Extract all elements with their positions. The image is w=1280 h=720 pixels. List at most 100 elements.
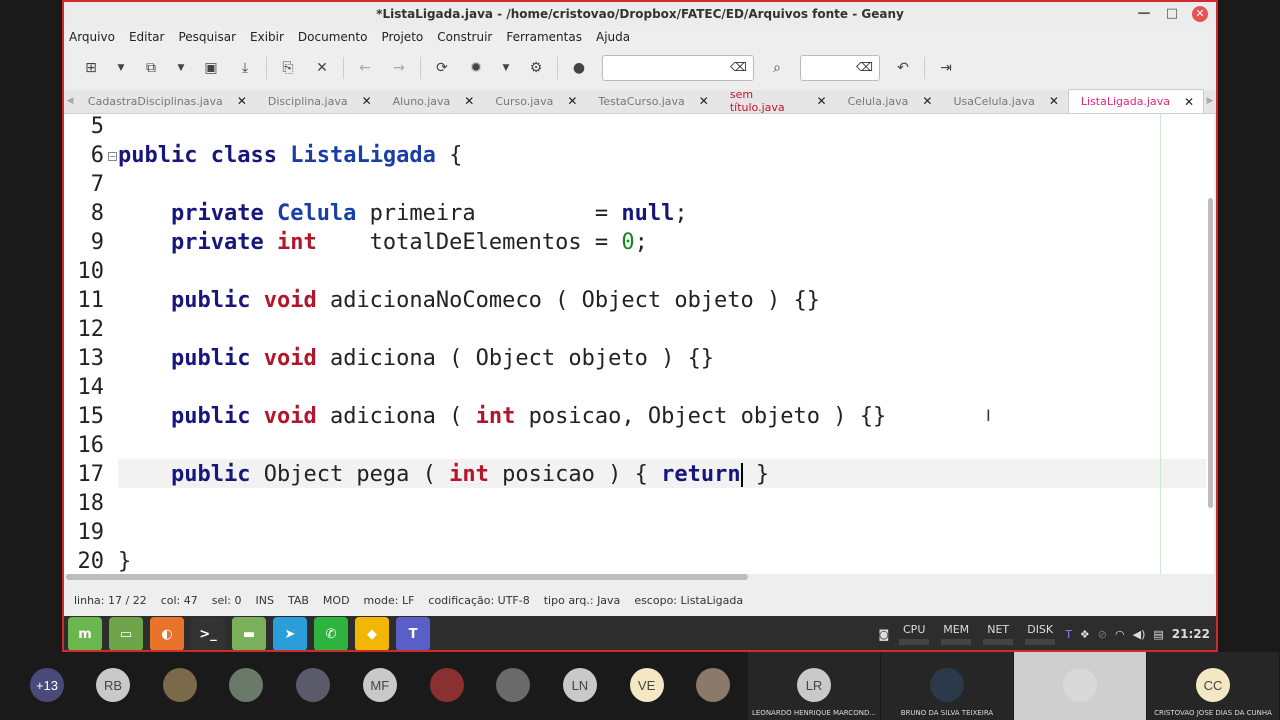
blocked-icon[interactable]: ⊘: [1098, 628, 1107, 641]
close-tab-icon[interactable]: ✕: [922, 94, 932, 108]
close-tab-icon[interactable]: ✕: [817, 94, 827, 108]
tab-0[interactable]: CadastraDisciplinas.java ✕: [76, 89, 256, 113]
search-input[interactable]: ⌫: [602, 55, 754, 81]
vertical-scrollbar[interactable]: [1208, 114, 1214, 574]
menu-editar[interactable]: Editar: [129, 30, 165, 44]
clock[interactable]: 21:22: [1172, 627, 1210, 641]
save-all-icon[interactable]: ⤓: [228, 54, 262, 82]
tab-8[interactable]: ListaLigada.java ✕: [1067, 89, 1205, 113]
code-line[interactable]: public void adiciona ( int posicao, Obje…: [118, 402, 886, 431]
goto-line-input[interactable]: ⌫: [800, 55, 880, 81]
menu-documento[interactable]: Documento: [298, 30, 368, 44]
close-tab-icon[interactable]: ✕: [237, 94, 247, 108]
code-line[interactable]: }: [118, 547, 131, 574]
fold-marker-icon[interactable]: −: [108, 152, 117, 161]
clear-goto-icon[interactable]: ⌫: [856, 60, 873, 74]
files-icon[interactable]: ▭: [109, 617, 143, 650]
mint-menu-icon[interactable]: m: [68, 617, 102, 650]
menu-ferramentas[interactable]: Ferramentas: [506, 30, 582, 44]
participant-avatar[interactable]: [696, 668, 731, 702]
open-file-icon[interactable]: ⧉: [134, 54, 168, 82]
execute-icon[interactable]: ⚙: [519, 54, 553, 82]
participant-tile[interactable]: [1014, 652, 1146, 720]
dropdown-icon[interactable]: ▼: [108, 54, 134, 82]
close-window-icon[interactable]: ✕: [1192, 6, 1208, 22]
participant-tile[interactable]: BRUNO DA SILVA TEIXEIRA: [881, 652, 1013, 720]
menu-projeto[interactable]: Projeto: [381, 30, 423, 44]
close-tab-icon[interactable]: ✕: [699, 94, 709, 108]
participant-avatar[interactable]: LN: [562, 668, 597, 702]
save-icon[interactable]: ▣: [194, 54, 228, 82]
minimize-icon[interactable]: —: [1136, 5, 1152, 23]
build-icon[interactable]: ✹: [459, 54, 493, 82]
dropdown-icon[interactable]: ▼: [168, 54, 194, 82]
dropdown-icon[interactable]: ▼: [493, 54, 519, 82]
teams-icon[interactable]: T: [396, 617, 430, 650]
scroll-thumb[interactable]: [1208, 198, 1213, 508]
close-tab-icon[interactable]: ✕: [464, 94, 474, 108]
close-file-icon[interactable]: ✕: [305, 54, 339, 82]
back-icon[interactable]: ←: [348, 54, 382, 82]
whatsapp-icon[interactable]: ✆: [314, 617, 348, 650]
menu-construir[interactable]: Construir: [437, 30, 492, 44]
quit-icon[interactable]: ⇥: [929, 54, 963, 82]
participant-avatar[interactable]: VE: [629, 668, 664, 702]
clipboard-icon[interactable]: ▤: [1153, 628, 1163, 641]
telegram-icon[interactable]: ➤: [273, 617, 307, 650]
goto-line-icon[interactable]: ↶: [886, 54, 920, 82]
close-tab-icon[interactable]: ✕: [1184, 95, 1194, 109]
participant-avatar[interactable]: [229, 668, 264, 702]
terminal-icon[interactable]: >_: [191, 617, 225, 650]
teams-tray-icon[interactable]: T: [1065, 628, 1072, 641]
code-line[interactable]: public void adicionaNoComeco ( Object ob…: [118, 286, 820, 315]
code-line[interactable]: public void adiciona ( Object objeto ) {…: [118, 344, 714, 373]
tab-1[interactable]: Disciplina.java ✕: [256, 89, 381, 113]
firefox-icon[interactable]: ◐: [150, 617, 184, 650]
close-tab-icon[interactable]: ✕: [1049, 94, 1059, 108]
tab-scroll-right-icon[interactable]: ▶: [1204, 89, 1216, 113]
tab-7[interactable]: UsaCelula.java ✕: [941, 89, 1067, 113]
close-tab-icon[interactable]: ✕: [567, 94, 577, 108]
code-editor[interactable]: 5 6 7 8 9 10 11 12 13 14 15 16 17 18 19 20 − public cla…: [64, 114, 1214, 574]
menu-arquivo[interactable]: Arquivo: [69, 30, 115, 44]
code-line[interactable]: private Celula primeira = null;: [118, 199, 688, 228]
tab-5[interactable]: sem título.java ✕: [718, 88, 836, 114]
participant-avatar[interactable]: [296, 668, 331, 702]
color-picker-icon[interactable]: ●: [562, 54, 596, 82]
compile-icon[interactable]: ⟳: [425, 54, 459, 82]
revert-icon[interactable]: ⎘: [271, 54, 305, 82]
tab-4[interactable]: TestaCurso.java ✕: [586, 89, 717, 113]
code-line[interactable]: public Object pega ( int posicao ) { ret…: [118, 460, 769, 489]
screenshot-icon[interactable]: ◙: [879, 628, 890, 641]
participant-tile[interactable]: CC CRISTOVAO JOSE DIAS DA CUNHA: [1147, 652, 1279, 720]
code-line[interactable]: private int totalDeElementos = 0;: [118, 228, 648, 257]
participant-tile[interactable]: LR LEONARDO HENRIQUE MARCOND...: [748, 652, 880, 720]
search-icon[interactable]: ⌕: [760, 54, 794, 82]
maximize-icon[interactable]: □: [1164, 5, 1180, 23]
volume-icon[interactable]: ◀): [1133, 628, 1146, 641]
code-line[interactable]: public class ListaLigada {: [118, 141, 462, 170]
tab-2[interactable]: Aluno.java ✕: [381, 89, 484, 113]
participant-avatar[interactable]: MF: [362, 668, 397, 702]
tab-3[interactable]: Curso.java ✕: [483, 89, 586, 113]
participant-count[interactable]: +13: [30, 668, 64, 702]
tab-scroll-left-icon[interactable]: ◀: [64, 89, 76, 113]
horizontal-scrollbar[interactable]: [66, 574, 748, 580]
menu-pesquisar[interactable]: Pesquisar: [178, 30, 236, 44]
participant-avatar[interactable]: [162, 668, 197, 702]
menu-ajuda[interactable]: Ajuda: [596, 30, 630, 44]
tab-6[interactable]: Celula.java ✕: [836, 89, 942, 113]
code-token: ;: [634, 230, 648, 255]
folder-icon[interactable]: ▬: [232, 617, 266, 650]
participant-avatar[interactable]: [429, 668, 464, 702]
dropbox-icon[interactable]: ❖: [1080, 628, 1090, 641]
participant-avatar[interactable]: [496, 668, 531, 702]
clear-search-icon[interactable]: ⌫: [730, 60, 747, 74]
geany-icon[interactable]: ◆: [355, 617, 389, 650]
close-tab-icon[interactable]: ✕: [362, 94, 372, 108]
wifi-icon[interactable]: ◠: [1115, 628, 1125, 641]
forward-icon[interactable]: →: [382, 54, 416, 82]
menu-exibir[interactable]: Exibir: [250, 30, 284, 44]
participant-avatar[interactable]: RB: [96, 668, 130, 702]
new-file-icon[interactable]: ⊞: [74, 54, 108, 82]
